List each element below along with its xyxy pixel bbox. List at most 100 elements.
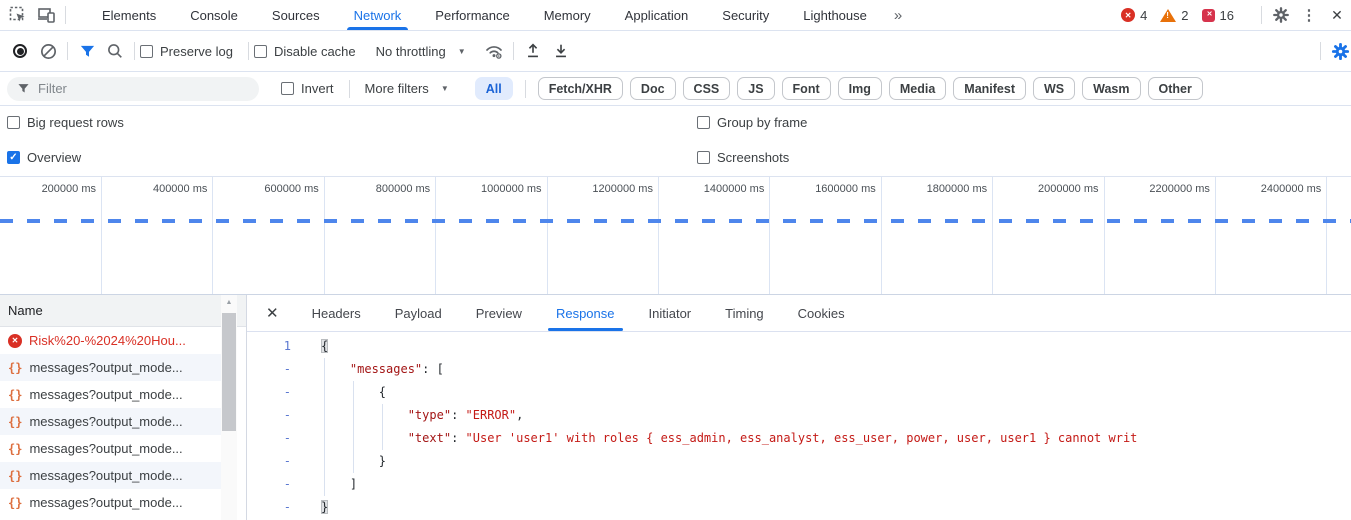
screenshots-checkbox[interactable] bbox=[697, 151, 710, 164]
filter-chip-font[interactable]: Font bbox=[781, 77, 831, 100]
network-conditions-icon[interactable] bbox=[480, 38, 508, 64]
close-devtools-icon[interactable]: ✕ bbox=[1323, 2, 1351, 28]
filter-chip-fetch-xhr[interactable]: Fetch/XHR bbox=[537, 77, 623, 100]
scrollbar-thumb[interactable] bbox=[222, 313, 236, 431]
request-list: ✕ Risk%20-%2024%20Hou... {} messages?output… bbox=[0, 327, 246, 516]
code-token: "text" bbox=[407, 431, 452, 445]
more-tabs-chevron[interactable]: » bbox=[894, 7, 902, 24]
request-name: Risk%20-%2024%20Hou... bbox=[29, 333, 186, 348]
issues-icon[interactable]: ✕ bbox=[1201, 8, 1215, 22]
timeline-tick-label: 1800000 ms bbox=[926, 183, 988, 195]
request-xhr-icon: {} bbox=[8, 468, 23, 483]
request-name: messages?output_mode... bbox=[29, 441, 183, 456]
timeline-tick-label: 200000 ms bbox=[41, 183, 96, 195]
errors-icon[interactable]: ✕ bbox=[1121, 8, 1136, 22]
code-token: { bbox=[378, 385, 387, 399]
tab-lighthouse[interactable]: Lighthouse bbox=[800, 0, 870, 30]
preserve-log-label[interactable]: Preserve log bbox=[160, 44, 233, 59]
filter-bar: Invert More filters ▼ All Fetch/XHR Doc CSS… bbox=[0, 72, 1351, 106]
import-har-icon[interactable] bbox=[519, 38, 547, 64]
filter-chip-other[interactable]: Other bbox=[1147, 77, 1203, 100]
network-overview-pane[interactable]: 200000 ms 400000 ms 600000 ms 800000 ms 1000… bbox=[0, 177, 1351, 295]
filter-funnel-icon[interactable] bbox=[73, 38, 101, 64]
line-number: - bbox=[283, 477, 291, 491]
tab-network[interactable]: Network bbox=[346, 0, 408, 30]
filter-chip-wasm[interactable]: Wasm bbox=[1082, 77, 1141, 100]
more-filters-dropdown[interactable]: More filters bbox=[365, 81, 429, 96]
tab-performance[interactable]: Performance bbox=[432, 0, 512, 30]
options-row-1: Big request rows Group by frame bbox=[0, 106, 1351, 139]
request-xhr-icon: {} bbox=[8, 495, 23, 510]
tab-sources[interactable]: Sources bbox=[269, 0, 323, 30]
issues-count: 16 bbox=[1219, 7, 1234, 23]
errors-count: 4 bbox=[1140, 7, 1148, 23]
extension-gear-icon[interactable] bbox=[1326, 38, 1351, 64]
name-column-label: Name bbox=[8, 303, 43, 318]
filter-chip-manifest[interactable]: Manifest bbox=[953, 77, 1026, 100]
name-column-header[interactable]: Name bbox=[0, 295, 246, 327]
more-filters-dropdown-arrow[interactable]: ▼ bbox=[441, 84, 449, 93]
disable-cache-checkbox[interactable] bbox=[253, 44, 267, 58]
request-row[interactable]: {} messages?output_mode... bbox=[0, 381, 221, 408]
detail-tab-initiator[interactable]: Initiator bbox=[645, 295, 696, 331]
detail-tab-payload[interactable]: Payload bbox=[391, 295, 446, 331]
filter-chip-js[interactable]: JS bbox=[737, 77, 775, 100]
inspect-element-icon[interactable] bbox=[4, 2, 32, 28]
filter-chip-css[interactable]: CSS bbox=[682, 77, 731, 100]
search-icon[interactable] bbox=[101, 38, 129, 64]
filter-chip-all[interactable]: All bbox=[474, 77, 513, 100]
response-code-viewer[interactable]: 1 - - - - - - - { "messages": [ { "type": "ERRO… bbox=[247, 332, 1351, 520]
filter-funnel-small-icon bbox=[18, 84, 29, 93]
screenshots-label[interactable]: Screenshots bbox=[717, 150, 789, 165]
filter-input-pill[interactable] bbox=[7, 76, 259, 101]
request-row[interactable]: {} messages?output_mode... bbox=[0, 462, 221, 489]
request-row[interactable]: {} messages?output_mode... bbox=[0, 489, 221, 516]
tab-console[interactable]: Console bbox=[187, 0, 241, 30]
close-detail-icon[interactable]: ✕ bbox=[266, 304, 279, 322]
export-har-icon[interactable] bbox=[547, 38, 575, 64]
big-request-rows-checkbox[interactable] bbox=[7, 116, 20, 129]
throttling-dropdown-arrow[interactable]: ▼ bbox=[458, 47, 466, 56]
filter-chip-doc[interactable]: Doc bbox=[629, 77, 676, 100]
group-by-frame-label[interactable]: Group by frame bbox=[717, 115, 807, 130]
scroll-up-arrow[interactable]: ▲ bbox=[221, 295, 237, 311]
request-row[interactable]: {} messages?output_mode... bbox=[0, 354, 221, 381]
filter-chip-media[interactable]: Media bbox=[888, 77, 947, 100]
overview-label[interactable]: Overview bbox=[27, 150, 81, 165]
throttling-dropdown[interactable]: No throttling bbox=[376, 44, 446, 59]
disable-cache-label[interactable]: Disable cache bbox=[274, 44, 356, 59]
kebab-menu-icon[interactable]: ⋮ bbox=[1295, 2, 1323, 28]
tab-elements[interactable]: Elements bbox=[99, 0, 159, 30]
timeline-tick-label: 600000 ms bbox=[264, 183, 319, 195]
timeline-tick-label: 800000 ms bbox=[375, 183, 431, 195]
filter-input[interactable] bbox=[38, 81, 218, 96]
record-network-log-icon[interactable] bbox=[6, 38, 34, 64]
filter-chip-img[interactable]: Img bbox=[837, 77, 882, 100]
tab-application[interactable]: Application bbox=[622, 0, 692, 30]
detail-tab-preview[interactable]: Preview bbox=[472, 295, 526, 331]
device-toolbar-icon[interactable] bbox=[32, 2, 60, 28]
detail-tab-response[interactable]: Response bbox=[547, 295, 623, 331]
invert-label[interactable]: Invert bbox=[301, 81, 334, 96]
request-row[interactable]: {} messages?output_mode... bbox=[0, 408, 221, 435]
warnings-icon[interactable]: ! bbox=[1160, 8, 1177, 22]
filter-chip-ws[interactable]: WS bbox=[1033, 77, 1076, 100]
timeline-tick-label: 400000 ms bbox=[152, 183, 208, 195]
tab-security[interactable]: Security bbox=[719, 0, 772, 30]
overview-checkbox[interactable]: ✓ bbox=[7, 151, 20, 164]
detail-tab-cookies[interactable]: Cookies bbox=[794, 295, 849, 331]
group-by-frame-checkbox[interactable] bbox=[697, 116, 710, 129]
request-row[interactable]: ✕ Risk%20-%2024%20Hou... bbox=[0, 327, 221, 354]
request-row[interactable]: {} messages?output_mode... bbox=[0, 435, 221, 462]
request-list-scrollbar[interactable]: ▲ bbox=[221, 295, 237, 520]
big-request-rows-label[interactable]: Big request rows bbox=[27, 115, 124, 130]
detail-tab-headers[interactable]: Headers bbox=[308, 295, 365, 331]
clear-network-log-icon[interactable] bbox=[34, 38, 62, 64]
detail-tab-timing[interactable]: Timing bbox=[721, 295, 768, 331]
invert-checkbox[interactable] bbox=[281, 82, 294, 95]
request-name: messages?output_mode... bbox=[29, 360, 183, 375]
tab-memory[interactable]: Memory bbox=[541, 0, 594, 30]
preserve-log-checkbox[interactable] bbox=[140, 44, 153, 58]
settings-gear-icon[interactable] bbox=[1267, 2, 1295, 28]
line-number: - bbox=[283, 362, 291, 376]
